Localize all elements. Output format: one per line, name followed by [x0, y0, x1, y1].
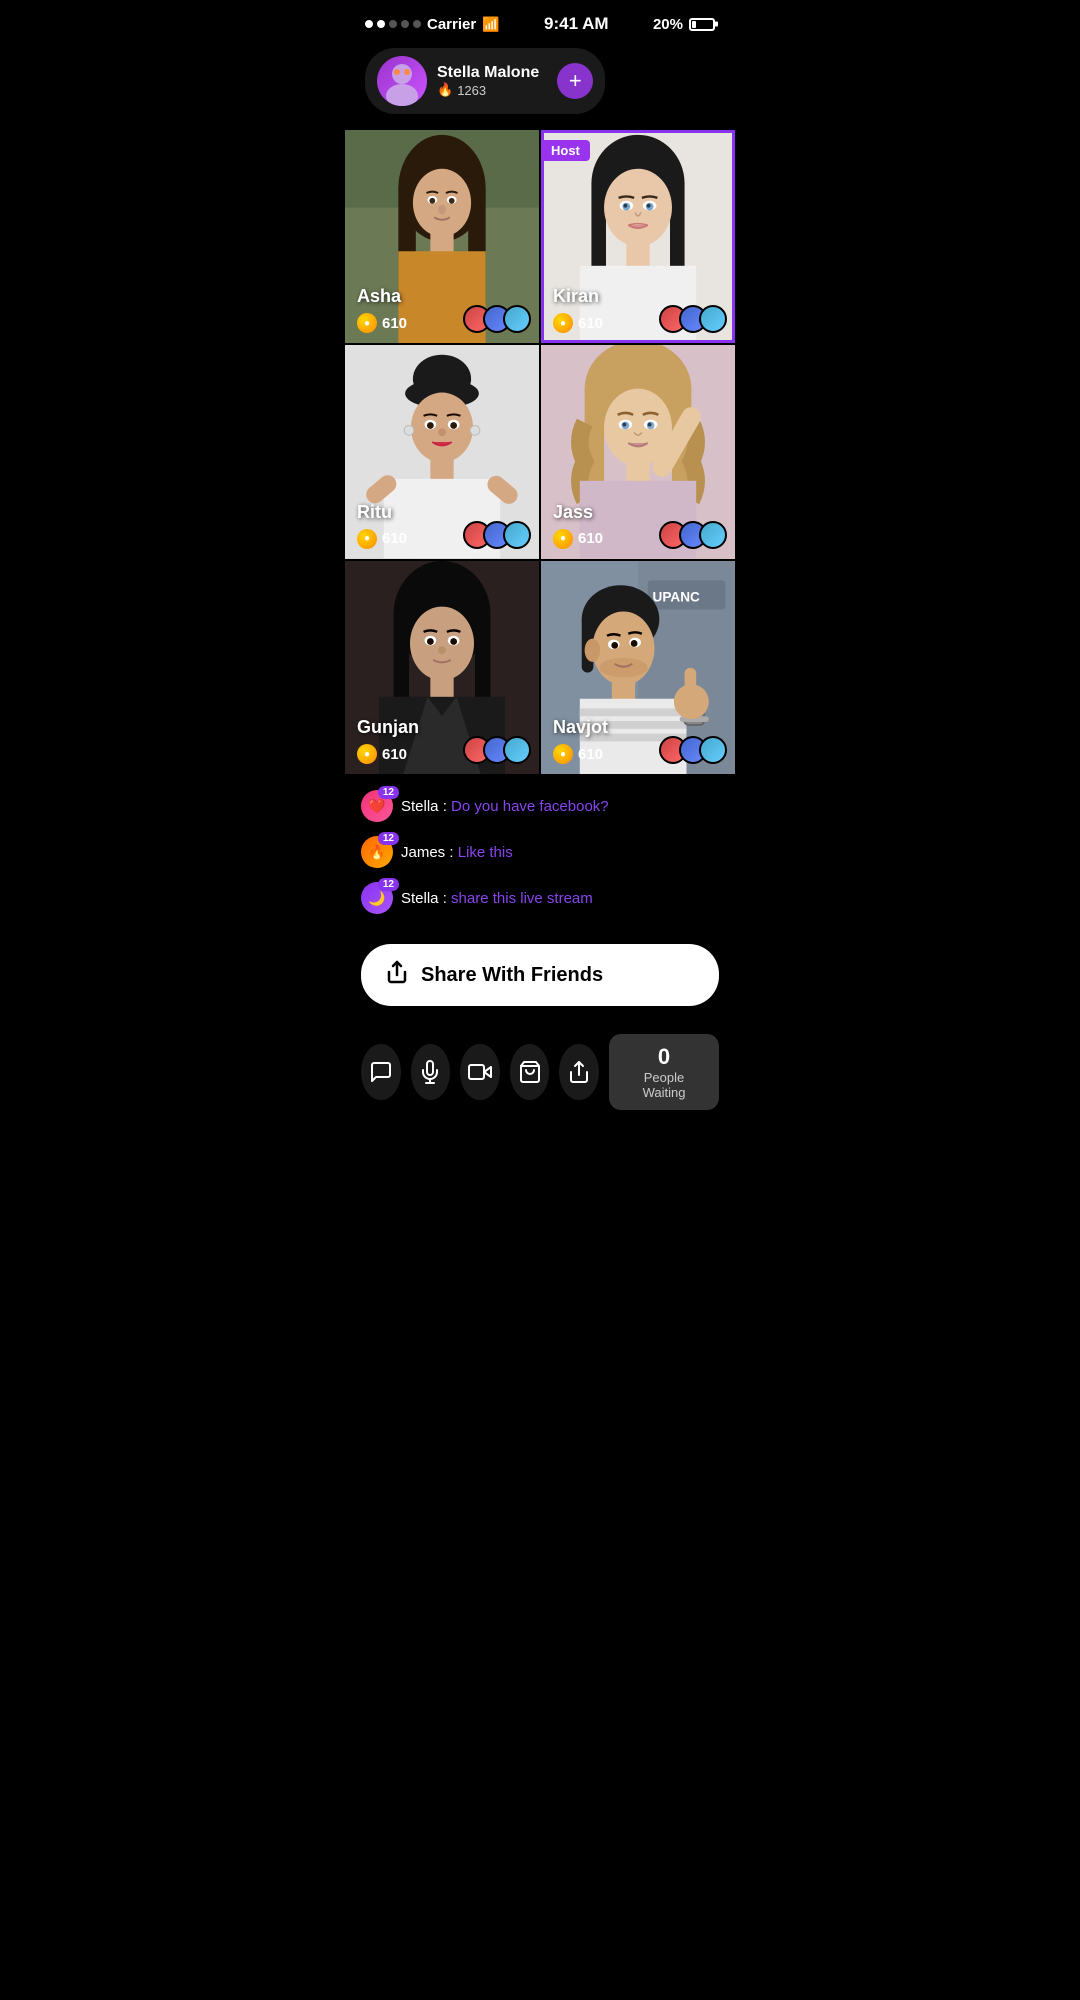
- wifi-icon: 📶: [482, 16, 499, 33]
- gunjan-name: Gunjan: [357, 717, 419, 738]
- badge-count-2: 12: [378, 832, 399, 845]
- share-icon: [385, 960, 409, 990]
- chat-user-1: Stella :: [401, 798, 451, 815]
- chat-text-2: James : Like this: [401, 844, 513, 861]
- video-cell-gunjan[interactable]: Gunjan ● 610: [345, 561, 539, 774]
- share-section: Share With Friends: [345, 936, 735, 1022]
- chat-user-2: James :: [401, 844, 458, 861]
- asha-name: Asha: [357, 286, 401, 307]
- gunjan-viewers: [463, 736, 531, 764]
- jass-viewers: [659, 521, 727, 549]
- viewer-3: [699, 305, 727, 333]
- viewer-3: [503, 521, 531, 549]
- signal-dot-5: [413, 20, 421, 28]
- badge-purple: 🌙 12: [361, 882, 393, 914]
- profile-info: Stella Malone 🔥 1263: [437, 64, 539, 98]
- chat-user-3: Stella :: [401, 890, 451, 907]
- score-value: 1263: [457, 83, 486, 98]
- people-waiting-panel: 0 People Waiting: [609, 1034, 719, 1110]
- coin-icon: ●: [357, 529, 377, 549]
- status-left: Carrier 📶: [365, 16, 500, 33]
- viewer-3: [699, 521, 727, 549]
- navjot-coins: ● 610: [553, 744, 603, 764]
- video-cell-asha[interactable]: Asha ● 610: [345, 130, 539, 343]
- battery-percent: 20%: [653, 16, 683, 33]
- badge-count-1: 12: [378, 786, 399, 799]
- badge-heart: ❤️ 12: [361, 790, 393, 822]
- chat-content-1: Do you have facebook?: [451, 798, 609, 815]
- profile-name: Stella Malone: [437, 64, 539, 82]
- kiran-coins: ● 610: [553, 313, 603, 333]
- signal-dot-2: [377, 20, 385, 28]
- share-button-label: Share With Friends: [421, 964, 603, 987]
- signal-dot-3: [389, 20, 397, 28]
- badge-count-3: 12: [378, 878, 399, 891]
- chat-content-2: Like this: [458, 844, 513, 861]
- chat-text-1: Stella : Do you have facebook?: [401, 798, 609, 815]
- chat-message-2: 🔥 12 James : Like this: [361, 836, 719, 868]
- host-badge: Host: [541, 140, 590, 161]
- viewer-3: [503, 305, 531, 333]
- signal-dot-4: [401, 20, 409, 28]
- gunjan-coins: ● 610: [357, 744, 407, 764]
- jass-name: Jass: [553, 502, 593, 523]
- bottom-bar: 0 People Waiting: [345, 1022, 735, 1130]
- ritu-coins: ● 610: [357, 529, 407, 549]
- chat-section: ❤️ 12 Stella : Do you have facebook? 🔥 1…: [345, 774, 735, 936]
- camera-button[interactable]: [460, 1044, 500, 1100]
- coin-icon: ●: [553, 313, 573, 333]
- coin-icon: ●: [553, 529, 573, 549]
- coin-icon: ●: [357, 744, 377, 764]
- status-bar: Carrier 📶 9:41 AM 20%: [345, 0, 735, 40]
- video-cell-ritu[interactable]: Ritu ● 610: [345, 345, 539, 558]
- video-cell-kiran[interactable]: Host Kiran ● 610: [541, 130, 735, 343]
- chat-message-3: 🌙 12 Stella : share this live stream: [361, 882, 719, 914]
- flame-icon: 🔥: [437, 82, 453, 98]
- add-button[interactable]: +: [557, 63, 593, 99]
- navjot-name: Navjot: [553, 717, 608, 738]
- battery-fill: [692, 21, 696, 28]
- jass-coins: ● 610: [553, 529, 603, 549]
- viewer-3: [503, 736, 531, 764]
- signal-dots: [365, 20, 421, 28]
- coin-icon: ●: [553, 744, 573, 764]
- asha-coins: ● 610: [357, 313, 407, 333]
- chat-button[interactable]: [361, 1044, 401, 1100]
- bag-button[interactable]: [510, 1044, 550, 1100]
- ritu-viewers: [463, 521, 531, 549]
- profile-card[interactable]: Stella Malone 🔥 1263 +: [365, 48, 605, 114]
- viewer-3: [699, 736, 727, 764]
- video-grid: Asha ● 610: [345, 130, 735, 774]
- signal-dot-1: [365, 20, 373, 28]
- kiran-name: Kiran: [553, 286, 599, 307]
- video-cell-navjot[interactable]: UPANC: [541, 561, 735, 774]
- asha-viewers: [463, 305, 531, 333]
- carrier-label: Carrier: [427, 16, 476, 33]
- chat-message-1: ❤️ 12 Stella : Do you have facebook?: [361, 790, 719, 822]
- people-waiting-label: People Waiting: [627, 1070, 701, 1100]
- profile-score: 🔥 1263: [437, 82, 539, 98]
- people-waiting-count: 0: [627, 1044, 701, 1070]
- chat-content-3: share this live stream: [451, 890, 593, 907]
- kiran-viewers: [659, 305, 727, 333]
- badge-fire: 🔥 12: [361, 836, 393, 868]
- status-right: 20%: [653, 16, 715, 33]
- avatar: [377, 56, 427, 106]
- avatar-inner: [377, 56, 427, 106]
- battery-icon: [689, 18, 715, 31]
- chat-text-3: Stella : share this live stream: [401, 890, 593, 907]
- mic-button[interactable]: [411, 1044, 451, 1100]
- navjot-viewers: [659, 736, 727, 764]
- coin-icon: ●: [357, 313, 377, 333]
- ritu-name: Ritu: [357, 502, 392, 523]
- svg-text:UPANC: UPANC: [653, 590, 700, 605]
- video-cell-jass[interactable]: Jass ● 610: [541, 345, 735, 558]
- time-display: 9:41 AM: [544, 14, 609, 34]
- share-action-button[interactable]: [559, 1044, 599, 1100]
- share-with-friends-button[interactable]: Share With Friends: [361, 944, 719, 1006]
